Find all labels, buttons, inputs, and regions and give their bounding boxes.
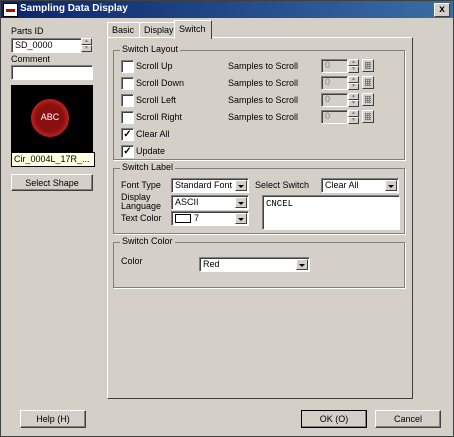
chevron-down-icon[interactable] [385, 180, 397, 191]
parts-id-label: Parts ID [11, 26, 44, 36]
samples-to-scroll-label: Samples to Scroll [228, 61, 299, 71]
font-type-label: Font Type [121, 180, 161, 190]
keypad-icon[interactable] [362, 59, 374, 72]
switch-color-group: Switch Color Color Red [113, 236, 405, 288]
chevron-down-icon[interactable] [296, 259, 308, 270]
chevron-down-icon[interactable] [235, 180, 247, 191]
ok-button[interactable]: OK (O) [301, 410, 367, 428]
help-button[interactable]: Help (H) [20, 410, 86, 428]
select-switch-select[interactable]: Clear All [321, 178, 399, 193]
circle-switch-shape: ABC [31, 99, 69, 137]
shape-preview: ABC Cir_0004L_17R_... [11, 85, 95, 167]
scroll-right-checkbox[interactable] [121, 111, 134, 124]
keypad-icon[interactable] [362, 110, 374, 123]
spin-up-icon[interactable]: ▲ [81, 38, 92, 45]
scroll-up-checkbox[interactable] [121, 60, 134, 73]
keypad-icon[interactable] [362, 76, 374, 89]
scroll-up-spinner[interactable]: ▲ ▼ [348, 59, 359, 73]
cancel-button[interactable]: Cancel [375, 410, 441, 428]
scroll-right-spinner[interactable]: ▲ ▼ [348, 110, 359, 124]
switch-color-title: Switch Color [120, 236, 175, 246]
color-label: Color [121, 256, 143, 266]
app-icon [3, 3, 18, 17]
shape-name-label: Cir_0004L_17R_... [11, 152, 95, 167]
chevron-down-icon[interactable] [235, 197, 247, 208]
update-label: Update [136, 146, 166, 156]
switch-label-title: Switch Label [120, 162, 176, 172]
keypad-icon[interactable] [362, 93, 374, 106]
select-switch-label: Select Switch [255, 180, 310, 190]
scroll-up-label: Scroll Up [136, 61, 173, 71]
scroll-left-samples-input[interactable]: 0 [321, 93, 348, 107]
tab-panel-switch: Switch Layout Scroll Up Samples to Scrol… [107, 37, 413, 399]
window-title: Sampling Data Display [20, 3, 128, 14]
clear-all-checkbox[interactable]: ✓ [121, 128, 134, 141]
scroll-left-checkbox[interactable] [121, 94, 134, 107]
chevron-down-icon[interactable] [235, 213, 247, 224]
clear-all-label: Clear All [136, 129, 170, 139]
scroll-down-samples-input[interactable]: 0 [321, 76, 348, 90]
switch-layout-title: Switch Layout [120, 44, 181, 54]
close-button[interactable]: x [434, 3, 450, 17]
tab-switch[interactable]: Switch [174, 20, 212, 39]
select-shape-button[interactable]: Select Shape [11, 174, 93, 191]
comment-label: Comment [11, 54, 51, 64]
scroll-right-samples-input[interactable]: 0 [321, 110, 348, 124]
scroll-down-spinner[interactable]: ▲ ▼ [348, 76, 359, 90]
tab-display[interactable]: Display [139, 22, 175, 38]
color-swatch [175, 214, 191, 224]
font-type-select[interactable]: Standard Font [171, 178, 249, 193]
spin-down-icon[interactable]: ▼ [81, 45, 92, 52]
parts-id-spinner[interactable]: ▲ ▼ [81, 38, 92, 53]
text-color-select[interactable]: 7 [171, 211, 249, 226]
samples-to-scroll-label: Samples to Scroll [228, 78, 299, 88]
dialog-window: Sampling Data Display x Parts ID SD_0000… [0, 0, 454, 437]
samples-to-scroll-label: Samples to Scroll [228, 112, 299, 122]
tab-basic[interactable]: Basic [107, 22, 140, 38]
display-language-select[interactable]: ASCII [171, 195, 249, 210]
scroll-up-samples-input[interactable]: 0 [321, 59, 348, 73]
scroll-right-label: Scroll Right [136, 112, 183, 122]
scroll-left-label: Scroll Left [136, 95, 177, 105]
title-bar[interactable]: Sampling Data Display x [1, 1, 453, 18]
samples-to-scroll-label: Samples to Scroll [228, 95, 299, 105]
label-text-area[interactable]: CNCEL [262, 195, 400, 230]
comment-input[interactable] [11, 65, 93, 80]
scroll-left-spinner[interactable]: ▲ ▼ [348, 93, 359, 107]
update-checkbox[interactable]: ✓ [121, 145, 134, 158]
switch-label-group: Switch Label Font Type Standard Font Dis… [113, 162, 405, 234]
scroll-down-checkbox[interactable] [121, 77, 134, 90]
preview-text: ABC [40, 112, 60, 122]
color-select[interactable]: Red [199, 257, 310, 272]
text-color-label: Text Color [121, 213, 162, 223]
parts-id-input[interactable]: SD_0000 [11, 38, 82, 53]
scroll-down-label: Scroll Down [136, 78, 185, 88]
display-language-label: Display Language [121, 192, 162, 211]
switch-layout-group: Switch Layout Scroll Up Samples to Scrol… [113, 44, 405, 160]
